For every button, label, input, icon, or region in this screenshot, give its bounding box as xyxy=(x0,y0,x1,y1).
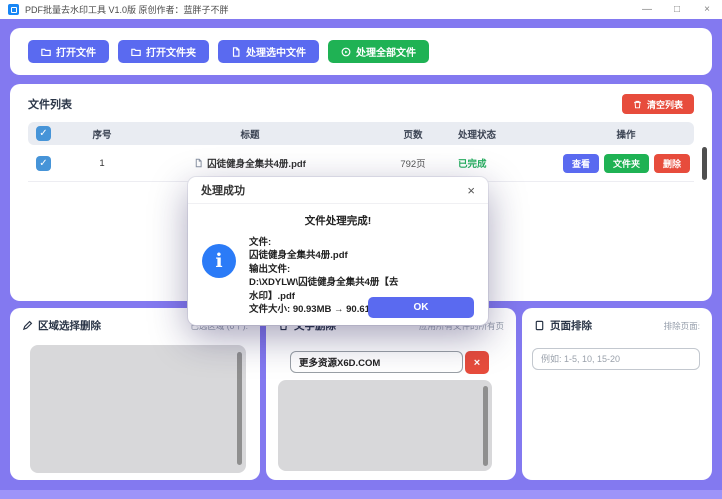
column-pages: 页数 xyxy=(368,127,458,141)
dialog-title: 处理成功 xyxy=(201,182,245,198)
view-button[interactable]: 查看 xyxy=(563,154,599,173)
column-actions: 操作 xyxy=(558,127,694,141)
folder-open-icon xyxy=(131,47,141,57)
window-title: PDF批量去水印工具 V1.0版 原创作者：蓝胖子不胖 xyxy=(25,3,229,16)
process-all-icon xyxy=(341,47,351,57)
page-exclude-input[interactable] xyxy=(532,348,700,370)
select-all-checkbox[interactable]: ✓ xyxy=(36,126,51,141)
dialog-message: 文件处理完成! xyxy=(188,213,488,228)
process-selected-label: 处理选中文件 xyxy=(246,44,306,59)
clear-list-label: 清空列表 xyxy=(647,98,683,111)
delete-button[interactable]: 删除 xyxy=(654,154,690,173)
open-folder-label: 打开文件夹 xyxy=(146,44,196,59)
text-list-scrollbar[interactable] xyxy=(483,386,488,466)
pdf-file-icon xyxy=(194,158,203,168)
column-name: 标题 xyxy=(132,127,368,141)
app-icon xyxy=(8,4,19,15)
file-list-title: 文件列表 xyxy=(28,96,72,112)
area-panel-title: 区域选择删除 xyxy=(38,318,101,333)
info-icon: i xyxy=(202,244,236,278)
row-file-name: 囚徒健身全集共4册.pdf xyxy=(207,156,306,170)
success-dialog: 处理成功 × 文件处理完成! i 文件: 囚徒健身全集共4册.pdf 输出文件:… xyxy=(188,177,488,325)
row-pages: 792页 xyxy=(368,156,458,170)
text-list-box xyxy=(278,380,492,471)
process-all-button[interactable]: 处理全部文件 xyxy=(328,40,429,63)
column-index: 序号 xyxy=(72,127,132,141)
output-label: 输出文件: xyxy=(249,264,290,275)
remove-text-button[interactable]: × xyxy=(465,351,489,374)
window-bottom-edge xyxy=(0,490,722,499)
area-select-icon xyxy=(22,320,33,331)
folder-button[interactable]: 文件夹 xyxy=(604,154,649,173)
ok-button[interactable]: OK xyxy=(368,297,474,318)
page-exclude-panel: 页面排除 排除页面: xyxy=(522,308,712,480)
minimize-icon[interactable]: — xyxy=(632,0,662,19)
open-file-label: 打开文件 xyxy=(56,44,96,59)
toolbar: 打开文件 打开文件夹 处理选中文件 处理全部文件 xyxy=(10,28,712,75)
file-icon xyxy=(231,47,241,57)
area-list-scrollbar[interactable] xyxy=(237,352,242,465)
file-name-value: 囚徒健身全集共4册.pdf xyxy=(249,250,348,261)
clear-list-button[interactable]: 清空列表 xyxy=(622,94,694,114)
open-folder-button[interactable]: 打开文件夹 xyxy=(118,40,209,63)
size-label: 文件大小: xyxy=(249,304,290,315)
pages-panel-title: 页面排除 xyxy=(550,318,592,333)
file-list-scrollbar[interactable] xyxy=(702,147,707,180)
folder-icon xyxy=(41,47,51,57)
column-status: 处理状态 xyxy=(458,127,558,141)
file-label: 文件: xyxy=(249,237,271,248)
row-status-badge: 已完成 xyxy=(458,156,558,170)
table-header: ✓ 序号 标题 页数 处理状态 操作 xyxy=(28,122,694,145)
watermark-text-input[interactable] xyxy=(290,351,463,373)
title-bar: PDF批量去水印工具 V1.0版 原创作者：蓝胖子不胖 — □ × xyxy=(0,0,722,19)
dialog-close-icon[interactable]: × xyxy=(467,184,475,197)
area-list-box xyxy=(30,345,246,473)
row-index: 1 xyxy=(72,158,132,169)
page-icon xyxy=(534,320,545,331)
open-file-button[interactable]: 打开文件 xyxy=(28,40,109,63)
area-delete-panel: 区域选择删除 已选区域 (0个): xyxy=(10,308,260,480)
maximize-icon[interactable]: □ xyxy=(662,0,692,19)
pages-panel-hint: 排除页面: xyxy=(664,320,700,332)
close-icon[interactable]: × xyxy=(692,0,722,19)
text-delete-panel: 文字删除 应用所有文件的所有页 × xyxy=(266,308,516,480)
trash-icon xyxy=(633,100,642,109)
app-window: PDF批量去水印工具 V1.0版 原创作者：蓝胖子不胖 — □ × 打开文件 打… xyxy=(0,0,722,499)
process-all-label: 处理全部文件 xyxy=(356,44,416,59)
process-selected-button[interactable]: 处理选中文件 xyxy=(218,40,319,63)
row-checkbox[interactable]: ✓ xyxy=(36,156,51,171)
